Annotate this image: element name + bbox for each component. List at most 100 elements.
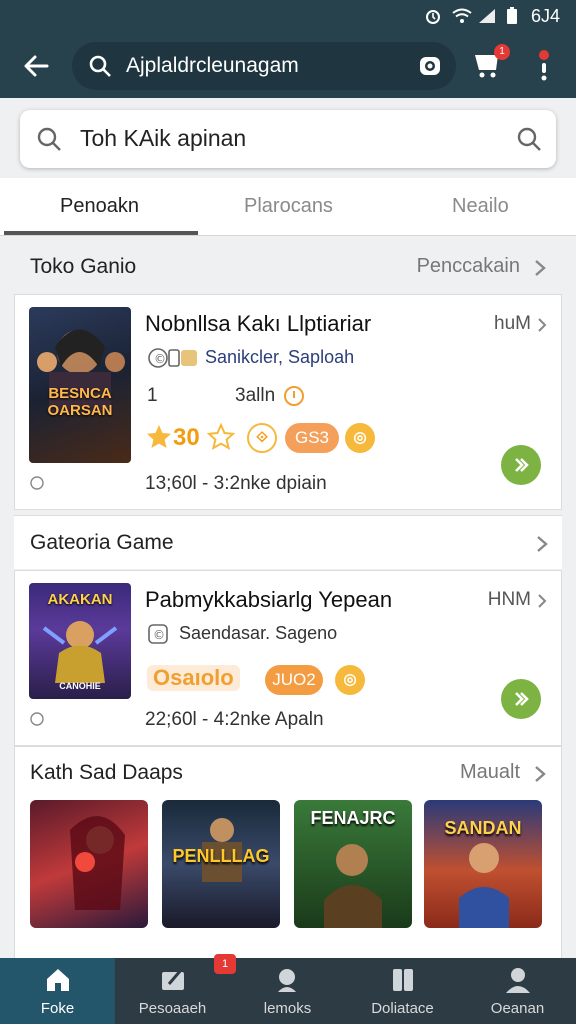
svg-text:©: © [153, 628, 165, 642]
tab-2[interactable]: Plarocans [244, 195, 333, 218]
game-thumbnail-3[interactable]: FENAJRC [294, 800, 412, 928]
camera-icon[interactable] [418, 54, 442, 78]
top-search-bar[interactable]: Ajplaldrcleunagam [72, 42, 456, 90]
battery-icon [506, 7, 518, 25]
game-publisher: Saendasar. Sageno [179, 623, 338, 643]
back-button[interactable] [16, 46, 56, 86]
badge-coin-icon: ⟐ [247, 423, 277, 453]
signal-icon [478, 7, 496, 25]
game-footer-text: 13;60l - 3:2nke dpiain [145, 473, 327, 494]
search-submit-icon[interactable] [516, 126, 542, 152]
thumbnail-title: PENLLLAG [172, 846, 270, 866]
thumbnail-title: FENAJRC [310, 808, 396, 828]
game-price: huM [494, 313, 531, 334]
game-meta-number: 1 [147, 385, 158, 406]
search-card[interactable]: Toh KAik apinan [20, 110, 556, 168]
game-thumbnail-2[interactable]: PENLLLAG [162, 800, 280, 928]
app-bar: Ajplaldrcleunagam 1 [0, 32, 576, 98]
section-title: Toko Ganio [30, 255, 137, 278]
cover-title-text: BESNCA OARSAN [47, 385, 113, 419]
section-link[interactable]: Penccakain [417, 255, 520, 278]
more-options-button[interactable] [528, 46, 560, 86]
search-card-text: Toh KAik apinan [80, 125, 247, 151]
game-card-1[interactable]: BESNCA OARSAN Nobnllsa Kakı Llptiariar h… [14, 294, 562, 510]
game-thumbnail-4[interactable]: SANDAN [424, 800, 542, 928]
nav-home[interactable]: Foke [0, 958, 115, 1024]
game-thumbnail-1[interactable] [30, 800, 148, 928]
cover-subtitle-text: CANOHIE [59, 681, 101, 691]
game-title[interactable]: Nobnllsa Kakı Llptiariar [145, 311, 371, 337]
status-bar: 6J4 [0, 0, 576, 32]
game-price: HNM [487, 589, 531, 610]
publisher-icon: © [148, 348, 197, 368]
game-title[interactable]: Pabmykkabsiarlg Yepean [145, 587, 392, 613]
search-icon [37, 127, 61, 151]
chevron-right-icon [538, 318, 547, 332]
small-info-icon [30, 476, 44, 490]
nav-label: Pesoaaeh [138, 1000, 207, 1017]
bonus-coin-icon: ◎ [345, 423, 375, 453]
section-header-1[interactable]: Toko Ganio Penccakain [0, 240, 576, 294]
cart-button[interactable]: 1 [470, 44, 510, 82]
rating-star-icon [145, 423, 173, 451]
chevron-right-icon [535, 260, 546, 276]
bottom-navigation: Foke Pesoaaeh lemoks Doliatace Oeanan [0, 958, 576, 1024]
game-rating: 30 [173, 424, 200, 451]
library-icon [392, 969, 413, 991]
game-label-orange: Osaıolo [147, 665, 240, 691]
game-pill-tag: GS3 [285, 423, 339, 453]
nav-notification-badge: 1 [214, 954, 236, 974]
home-icon [46, 969, 69, 991]
section-header-2[interactable]: Gateoria Game [14, 515, 562, 569]
open-game-button[interactable] [501, 445, 541, 485]
nav-item-4[interactable]: Doliatace [345, 958, 460, 1024]
game-card-2[interactable]: AKAKAN CANOHIE Pabmykkabsiarlg Yepean HN… [14, 570, 562, 746]
nav-label: lemoks [263, 1000, 312, 1017]
profile-icon [505, 968, 530, 993]
game-meta-text: 3alln [235, 385, 276, 406]
cover-title-text: AKAKAN [47, 591, 113, 608]
cart-badge: 1 [494, 44, 510, 60]
section-title: Gateoria Game [30, 531, 174, 554]
game-cover-image[interactable]: BESNCA OARSAN [29, 307, 131, 463]
active-tab-indicator [4, 231, 198, 235]
section-header-3[interactable]: Kath Sad Daaps Maualt [0, 746, 576, 800]
search-person-icon [277, 969, 296, 992]
section-title: Kath Sad Daaps [30, 761, 183, 784]
status-time: 6J4 [530, 6, 560, 26]
alarm-icon [424, 7, 442, 25]
bonus-coin-icon: ◎ [335, 665, 365, 695]
nav-label: Oeanan [490, 1000, 545, 1017]
tab-1[interactable]: Penoakn [60, 195, 139, 218]
info-circle-icon [284, 386, 304, 406]
publisher-icon: © [148, 624, 168, 644]
search-icon [89, 55, 111, 77]
svg-text:©: © [154, 352, 166, 366]
chevron-right-icon [538, 594, 547, 608]
nav-label: Foke [40, 1000, 75, 1017]
nav-profile[interactable]: Oeanan [460, 958, 575, 1024]
game-publisher: Sanikcler, Saploah [205, 347, 355, 367]
nav-item-2[interactable]: Pesoaaeh [115, 958, 230, 1024]
top-search-query: Ajplaldrcleunagam [126, 54, 299, 77]
back-arrow-icon [24, 55, 49, 77]
game-pill-tag: JUO2 [265, 665, 323, 695]
nav-item-3[interactable]: lemoks [230, 958, 345, 1024]
sparkle-icon [207, 423, 235, 451]
chevron-right-icon [535, 766, 546, 782]
more-vertical-icon [539, 50, 549, 81]
section-link[interactable]: Maualt [460, 761, 520, 784]
game-cover-image[interactable]: AKAKAN CANOHIE [29, 583, 131, 699]
game-footer-text: 22;60l - 4:2nke Apaln [145, 709, 324, 730]
open-game-button[interactable] [501, 679, 541, 719]
tab-bar: Penoakn Plarocans Neailo [0, 178, 576, 236]
chevron-right-icon [537, 536, 548, 552]
double-chevron-right-icon [515, 692, 529, 706]
edit-icon [161, 969, 184, 990]
thumbnail-title: SANDAN [444, 818, 522, 838]
small-info-icon [30, 712, 44, 726]
wifi-icon [452, 7, 472, 25]
tab-3[interactable]: Neailo [452, 195, 509, 218]
double-chevron-right-icon [515, 458, 529, 472]
nav-label: Doliatace [371, 1000, 434, 1017]
